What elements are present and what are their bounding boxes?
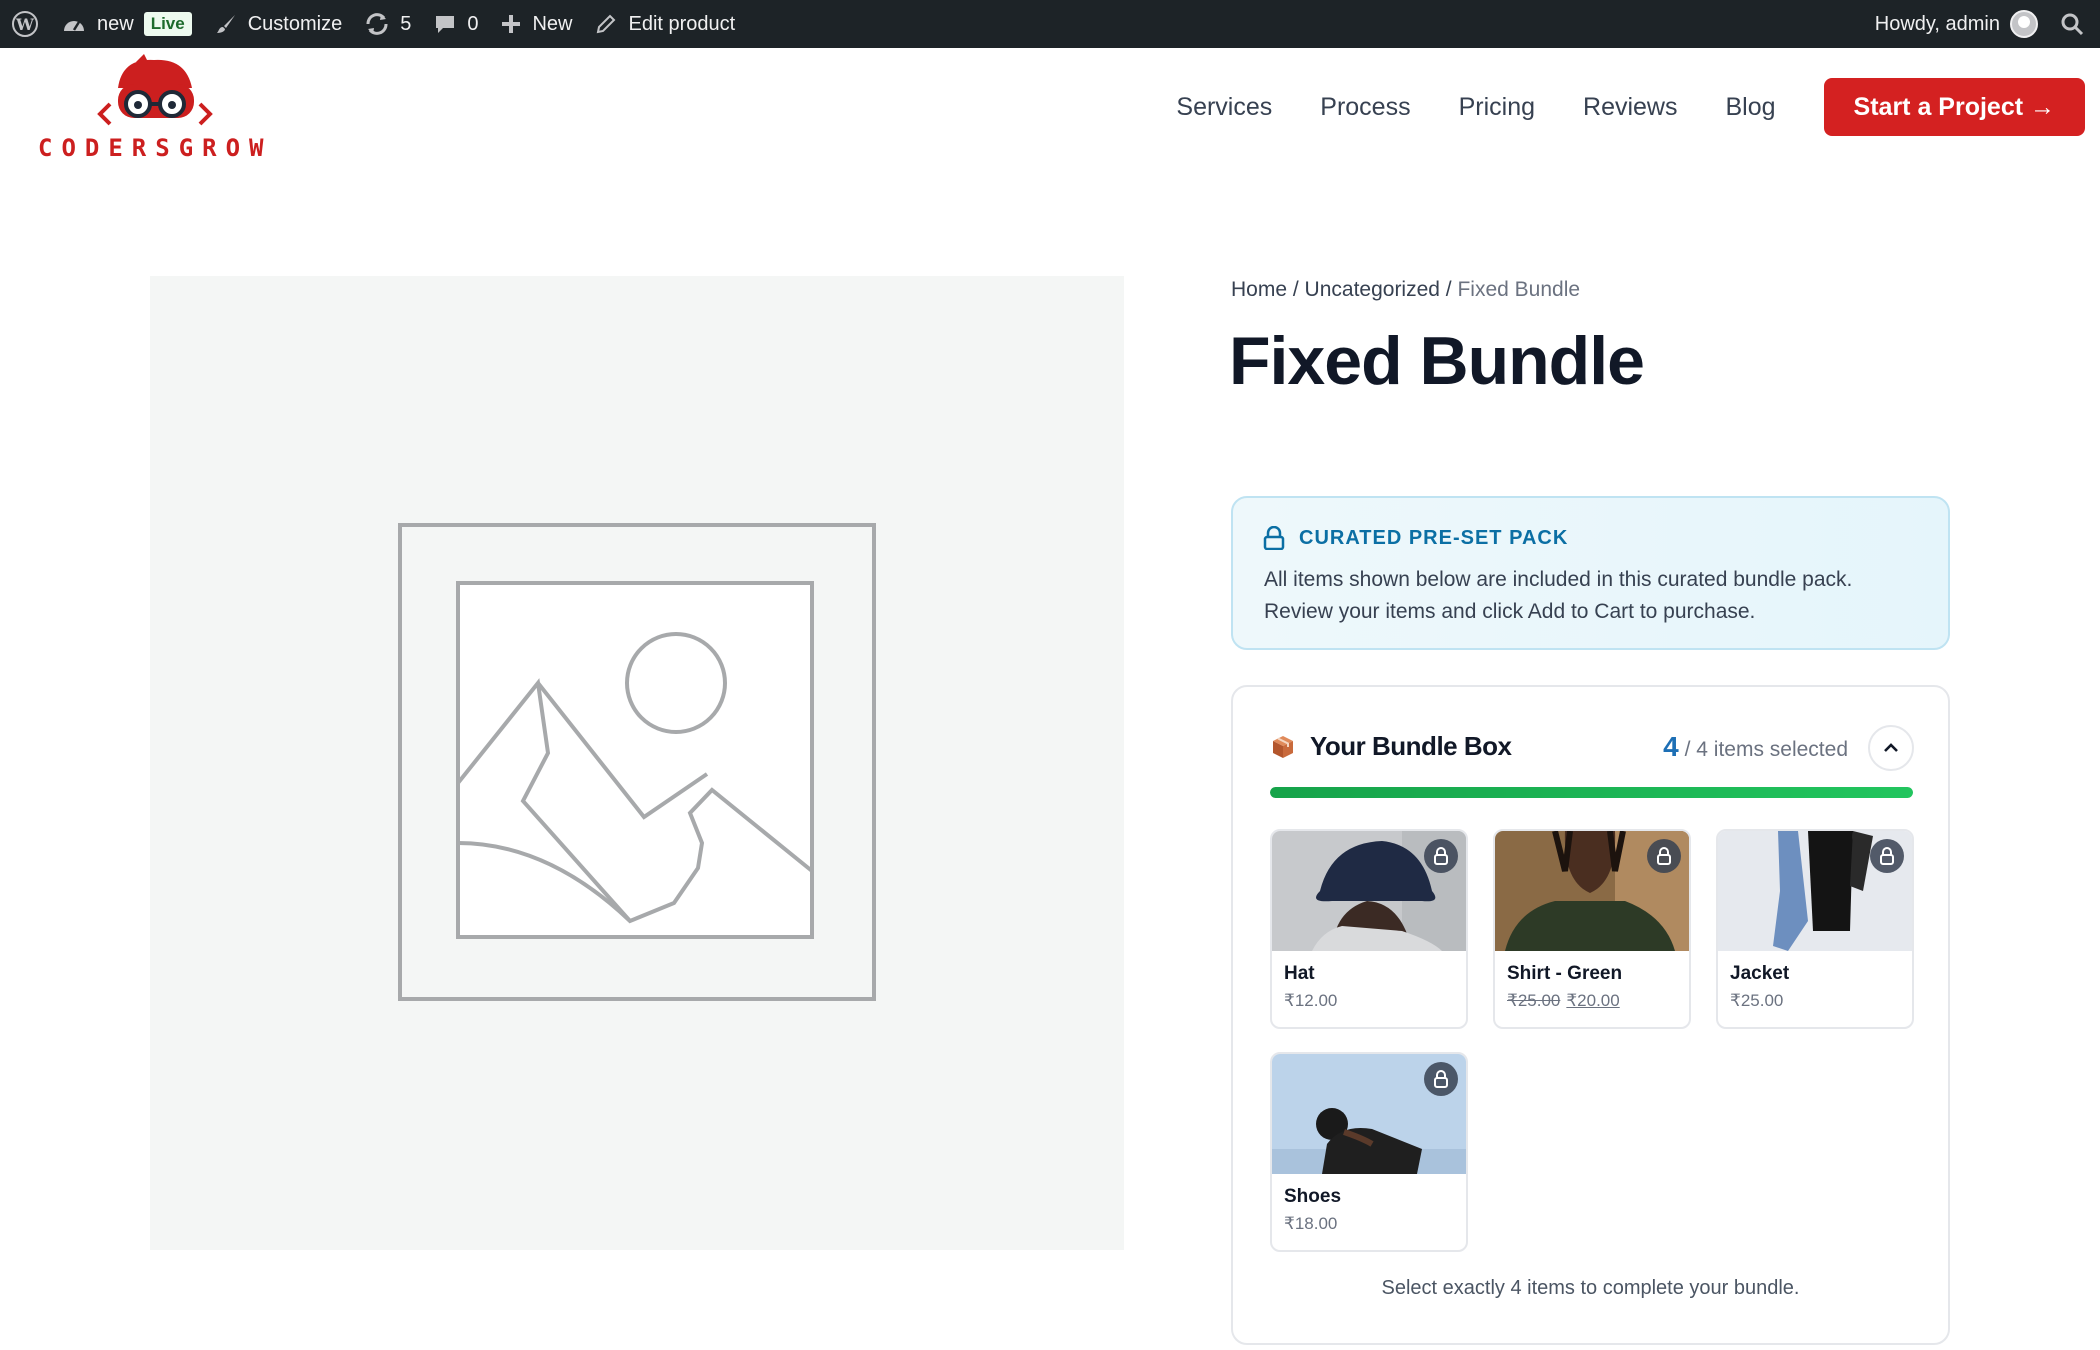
item-current-price: ₹12.00 (1284, 991, 1338, 1010)
pencil-icon (597, 14, 616, 34)
selected-count: 4 (1663, 731, 1679, 762)
customize-link[interactable]: Customize (203, 0, 353, 48)
howdy-text: Howdy, admin (1874, 12, 2000, 35)
curated-pack-notice: CURATED PRE-SET PACK All items shown bel… (1231, 496, 1950, 650)
breadcrumb-home[interactable]: Home (1231, 278, 1287, 301)
lock-icon (1657, 847, 1671, 865)
updates-count: 5 (400, 12, 412, 35)
lock-icon (1880, 847, 1894, 865)
lock-icon (1434, 1070, 1448, 1088)
plus-icon (502, 15, 521, 33)
product-title: Fixed Bundle (1229, 323, 1645, 399)
item-name: Shirt - Green (1507, 963, 1623, 984)
updates-icon (366, 13, 388, 35)
breadcrumb-separator: / (1439, 278, 1458, 301)
edit-product-label: Edit product (628, 12, 736, 35)
item-name: Shoes (1284, 1186, 1342, 1207)
notice-body: All items shown below are included in th… (1264, 564, 1852, 628)
comments-link[interactable]: 0 (422, 0, 489, 48)
bundle-box: Your Bundle Box 4 / 4 items selected Hat… (1231, 685, 1950, 1345)
wordpress-icon: W (12, 11, 38, 37)
svg-text:W: W (15, 15, 35, 34)
item-name: Hat (1284, 963, 1315, 984)
new-label: New (532, 12, 573, 35)
site-name-link[interactable]: new Live (50, 0, 203, 48)
item-price: ₹12.00 (1284, 991, 1337, 1011)
logo-text: CODERSGROW (38, 134, 273, 162)
bundle-header: Your Bundle Box (1270, 731, 1512, 762)
lock-icon (1263, 526, 1285, 550)
nav-process[interactable]: Process (1320, 93, 1410, 122)
locked-item-indicator (1424, 1062, 1458, 1096)
lock-icon (1434, 847, 1448, 865)
avatar (2010, 10, 2038, 38)
notice-line: All items shown below are included in th… (1264, 568, 1853, 591)
customize-label: Customize (247, 12, 343, 35)
bundle-count: 4 / 4 items selected (1663, 731, 1848, 763)
locked-item-indicator (1424, 839, 1458, 873)
comments-count: 0 (467, 12, 479, 35)
site-header: CODERSGROW Services Process Pricing Revi… (0, 48, 2100, 168)
live-badge: Live (143, 12, 192, 36)
nav-pricing[interactable]: Pricing (1459, 93, 1535, 122)
image-placeholder-icon (398, 523, 876, 1001)
nav-reviews[interactable]: Reviews (1583, 93, 1677, 122)
bundle-title: Your Bundle Box (1310, 731, 1512, 761)
item-original-price: ₹25.00 (1507, 991, 1561, 1010)
chevron-up-icon (1884, 743, 1898, 752)
new-content-link[interactable]: New (489, 0, 583, 48)
bundle-item-shoes[interactable]: Shoes ₹18.00 (1270, 1052, 1468, 1252)
dashboard-icon (64, 21, 84, 31)
locked-item-indicator (1870, 839, 1904, 873)
item-price: ₹18.00 (1284, 1214, 1337, 1234)
notice-heading-text: CURATED PRE-SET PACK (1299, 526, 1569, 549)
item-sale-price: ₹20.00 (1566, 991, 1620, 1010)
nav-blog[interactable]: Blog (1726, 93, 1776, 122)
breadcrumb-current: Fixed Bundle (1457, 278, 1581, 301)
comment-icon (436, 16, 455, 33)
product-image-placeholder[interactable] (150, 276, 1124, 1250)
collapse-bundle-button[interactable] (1868, 725, 1914, 771)
breadcrumb-category[interactable]: Uncategorized (1305, 278, 1440, 301)
wordpress-logo-button[interactable]: W (0, 0, 50, 48)
start-project-button[interactable]: Start a Project → (1823, 78, 2085, 136)
package-icon (1273, 735, 1293, 758)
bundle-progress-bar (1270, 787, 1913, 798)
item-price: ₹25.00 (1730, 991, 1783, 1011)
site-name: new (97, 12, 134, 35)
search-icon (2061, 13, 2084, 36)
item-price: ₹25.00 ₹20.00 (1507, 991, 1620, 1011)
breadcrumb-separator: / (1287, 278, 1305, 301)
item-current-price: ₹25.00 (1730, 991, 1784, 1010)
bundle-item-shirt-green[interactable]: Shirt - Green ₹25.00 ₹20.00 (1493, 829, 1691, 1029)
notice-line: Review your items and click Add to Cart … (1264, 600, 1756, 623)
breadcrumb: Home / Uncategorized / Fixed Bundle (1231, 278, 1580, 302)
item-current-price: ₹18.00 (1284, 1214, 1338, 1233)
main-navigation: Services Process Pricing Reviews Blog St… (1176, 78, 2100, 136)
nav-services[interactable]: Services (1176, 93, 1272, 122)
locked-item-indicator (1647, 839, 1681, 873)
notice-heading: CURATED PRE-SET PACK (1263, 526, 1568, 550)
site-logo[interactable]: CODERSGROW (36, 54, 276, 164)
my-account-link[interactable]: Howdy, admin (1864, 0, 2049, 48)
bundle-progress-fill (1270, 787, 1913, 798)
item-name: Jacket (1730, 963, 1790, 984)
updates-link[interactable]: 5 (353, 0, 422, 48)
bundle-item-hat[interactable]: Hat ₹12.00 (1270, 829, 1468, 1029)
bundle-instruction: Select exactly 4 items to complete your … (1381, 1277, 1800, 1299)
logo-mascot-icon (97, 54, 213, 126)
selected-total-text: / 4 items selected (1684, 738, 1848, 761)
paintbrush-icon (216, 15, 235, 33)
admin-bar: W new Live Customize 5 0 New Edit produc… (0, 0, 2100, 48)
admin-search-button[interactable] (2049, 0, 2100, 48)
bundle-item-jacket[interactable]: Jacket ₹25.00 (1716, 829, 1914, 1029)
edit-product-link[interactable]: Edit product (583, 0, 746, 48)
